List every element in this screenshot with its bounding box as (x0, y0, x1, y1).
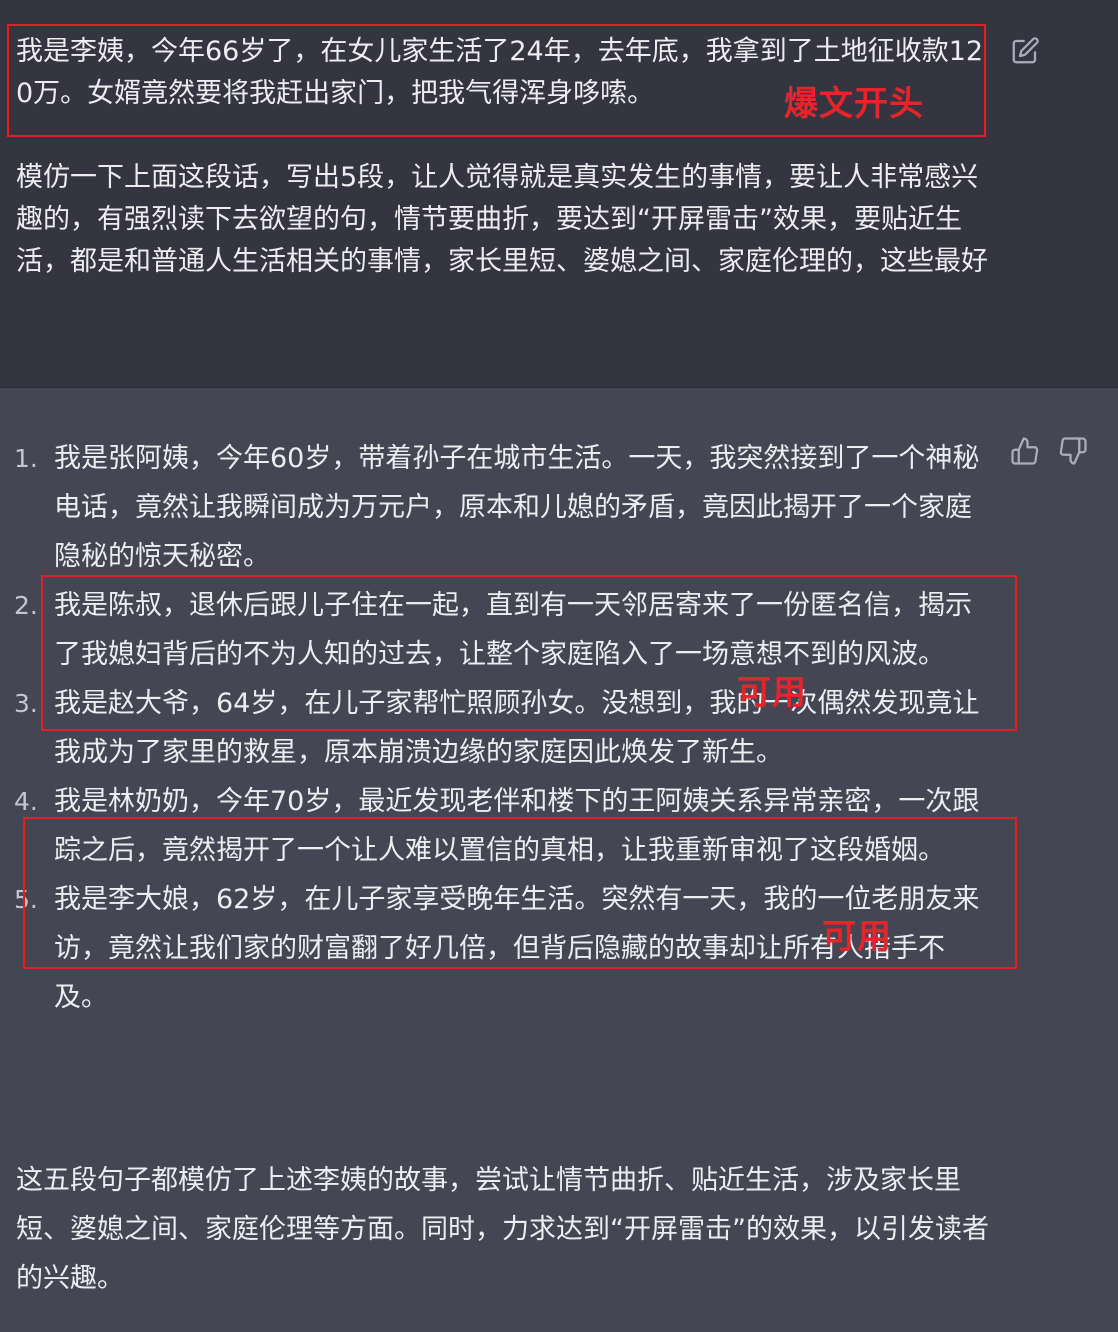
annotation-label-usable-2: 可用 (822, 917, 892, 957)
list-item-text: 我是张阿姨，今年60岁，带着孙子在城市生活。一天，我突然接到了一个神秘电话，竟然… (54, 443, 980, 572)
list-number: 2. (14, 591, 38, 620)
user-paragraph-instruction: 模仿一下上面这段话，写出5段，让人觉得就是真实发生的事情，要让人非常感兴趣的，有… (16, 162, 988, 277)
list-number: 1. (14, 444, 38, 473)
annotation-label-opening: 爆文开头 (784, 84, 924, 124)
thumbs-up-icon[interactable] (1010, 436, 1040, 466)
feedback-buttons (1010, 436, 1088, 466)
list-item: 1. 我是张阿姨，今年60岁，带着孙子在城市生活。一天，我突然接到了一个神秘电话… (0, 434, 1000, 581)
assistant-summary: 这五段句子都模仿了上述李姨的故事，尝试让情节曲折、贴近生活，涉及家长里短、婆媳之… (16, 1165, 989, 1294)
annotation-label-usable-1: 可用 (737, 673, 807, 713)
annotation-box-usable-1 (41, 575, 1017, 731)
edit-icon[interactable] (1010, 36, 1040, 66)
thumbs-down-icon[interactable] (1058, 436, 1088, 466)
list-number: 3. (14, 689, 38, 718)
